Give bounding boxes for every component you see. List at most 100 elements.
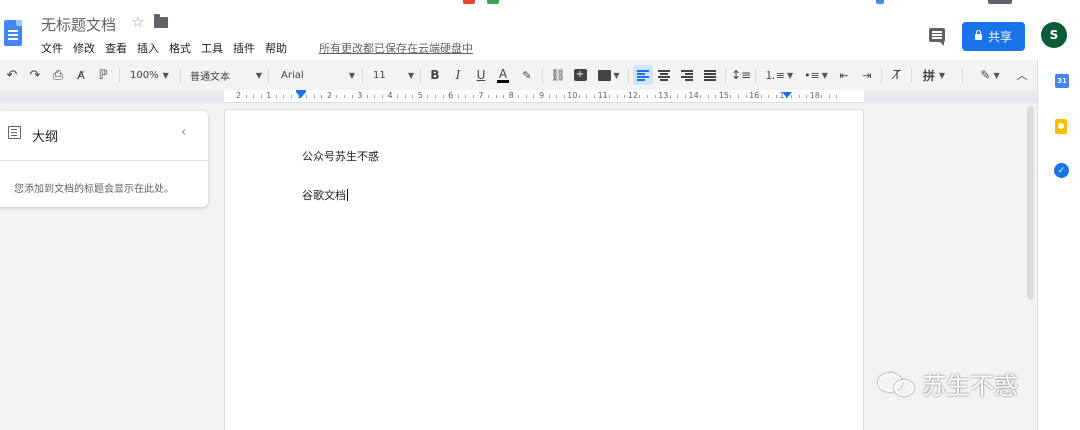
- paragraph[interactable]: 公众号苏生不惑: [302, 148, 379, 164]
- ruler-number: 2: [236, 91, 242, 100]
- redo-icon[interactable]: ↷: [27, 60, 43, 90]
- ruler-tick: [427, 95, 429, 98]
- menu-help[interactable]: 帮助: [265, 40, 287, 56]
- tasks-icon[interactable]: ✓: [1054, 163, 1069, 178]
- paragraph[interactable]: 谷歌文档: [302, 187, 348, 203]
- add-comment-icon[interactable]: +: [573, 60, 587, 90]
- font-select[interactable]: Arial ▼: [281, 60, 355, 90]
- print-icon[interactable]: ⎙: [50, 60, 66, 90]
- vertical-scrollbar[interactable]: [1027, 106, 1034, 300]
- text-color-icon[interactable]: A: [496, 60, 510, 90]
- align-left-icon[interactable]: [633, 65, 653, 85]
- link-icon[interactable]: ⛓: [550, 60, 566, 90]
- ruler-number: 8: [508, 91, 514, 100]
- toolbar-divider: [268, 68, 269, 83]
- increase-indent-icon[interactable]: ⇥: [859, 60, 875, 90]
- docs-logo-icon[interactable]: [4, 20, 22, 46]
- menu-tools[interactable]: 工具: [201, 40, 223, 56]
- font-size-value: 11: [373, 69, 386, 81]
- chevron-down-icon: ▼: [162, 70, 169, 80]
- ruler-tick: [260, 95, 262, 98]
- decrease-indent-icon[interactable]: ⇤: [836, 60, 852, 90]
- ruler-tick: [715, 95, 717, 98]
- clear-formatting-icon[interactable]: T̸: [889, 60, 905, 90]
- ruler-tick: [647, 95, 649, 98]
- font-size-select[interactable]: 11 ▼: [373, 60, 415, 90]
- spellcheck-icon[interactable]: A̸: [73, 60, 89, 90]
- ruler-tick: [495, 95, 497, 98]
- comment-history-icon[interactable]: [929, 28, 945, 46]
- ruler-tick: [677, 95, 679, 98]
- ruler-tick: [556, 95, 558, 98]
- menu-view[interactable]: 查看: [105, 40, 127, 56]
- left-indent-marker[interactable]: [296, 92, 306, 98]
- ruler-tick: [381, 95, 383, 98]
- ruler-tick: [700, 95, 702, 98]
- side-panel: 31 ✓: [1037, 60, 1080, 430]
- paragraph-style-select[interactable]: 普通文本 ▼: [190, 60, 262, 90]
- menu-edit[interactable]: 修改: [73, 40, 95, 56]
- ruler-tick: [245, 95, 247, 98]
- ruler-tick: [745, 95, 747, 98]
- undo-icon[interactable]: ↶: [4, 60, 20, 90]
- star-icon[interactable]: ☆: [131, 13, 144, 31]
- save-status-link[interactable]: 所有更改都已保存在云端硬盘中: [319, 40, 473, 56]
- share-label: 共享: [987, 30, 1012, 44]
- folder-icon[interactable]: [154, 14, 168, 28]
- outline-icon: [8, 126, 21, 139]
- collapse-toolbar-icon[interactable]: ︿: [1014, 60, 1030, 90]
- line-spacing-icon[interactable]: ↕≡: [731, 60, 751, 90]
- keep-icon[interactable]: [1055, 119, 1067, 134]
- ruler-number: 12: [627, 91, 639, 100]
- menu-addons[interactable]: 插件: [233, 40, 255, 56]
- ruler-tick: [806, 95, 808, 98]
- underline-icon[interactable]: U: [474, 60, 488, 90]
- editing-mode-icon[interactable]: ✎ ▼: [975, 60, 1005, 90]
- ruler-tick: [639, 95, 641, 98]
- close-outline-icon[interactable]: ‹: [181, 125, 186, 140]
- zoom-value: 100%: [130, 69, 159, 81]
- ruler-tick: [351, 95, 353, 98]
- menu-file[interactable]: 文件: [41, 40, 63, 56]
- ruler-tick: [594, 95, 596, 98]
- ruler-number: 16: [749, 91, 760, 100]
- right-indent-marker[interactable]: [782, 92, 792, 98]
- ruler[interactable]: 2 1 1 2 3 4 5 6 7 8 9 10 11 12 13 14 15 16 17 18: [224, 90, 864, 103]
- calendar-icon[interactable]: 31: [1055, 74, 1069, 88]
- bulleted-list-icon[interactable]: •≡ ▼: [801, 60, 831, 90]
- align-center-icon[interactable]: [657, 60, 671, 90]
- bold-icon[interactable]: B: [428, 60, 442, 90]
- paragraph-text: 谷歌文档: [302, 189, 346, 202]
- document-title[interactable]: 无标题文档: [41, 14, 116, 35]
- align-right-icon[interactable]: [680, 60, 694, 90]
- ruler-tick: [760, 95, 762, 98]
- document-page[interactable]: 公众号苏生不惑 谷歌文档: [224, 109, 864, 430]
- chevron-down-icon: ▼: [348, 70, 355, 80]
- avatar[interactable]: S: [1041, 22, 1067, 48]
- toolbar-divider: [420, 68, 421, 83]
- toolbar-divider: [628, 68, 629, 83]
- ruler-tick: [313, 95, 315, 98]
- align-justify-icon[interactable]: [703, 60, 717, 90]
- ruler-tick: [578, 95, 580, 98]
- share-button[interactable]: 共享: [962, 22, 1025, 51]
- insert-image-icon[interactable]: ▼: [596, 60, 622, 90]
- menu-format[interactable]: 格式: [169, 40, 191, 56]
- ruler-tick: [775, 95, 777, 98]
- ruler-number: 15: [718, 91, 729, 100]
- highlight-icon[interactable]: ✎: [520, 60, 534, 90]
- zoom-select[interactable]: 100% ▼: [130, 60, 169, 90]
- ruler-tick: [253, 95, 255, 98]
- menu-insert[interactable]: 插入: [137, 40, 159, 56]
- ruler-tick: [283, 95, 285, 98]
- input-tools-button[interactable]: 拼 ▼: [919, 60, 949, 90]
- ruler-tick: [836, 95, 838, 98]
- numbered-list-icon[interactable]: ⒈≡ ▼: [764, 60, 794, 90]
- ruler-margin-right: [864, 90, 1037, 103]
- ruler-tick: [487, 95, 489, 98]
- lock-icon: [974, 29, 982, 40]
- ruler-number: 14: [688, 91, 699, 100]
- paint-format-icon[interactable]: ℙ: [95, 60, 111, 90]
- ruler-tick: [548, 95, 550, 98]
- italic-icon[interactable]: I: [451, 60, 465, 90]
